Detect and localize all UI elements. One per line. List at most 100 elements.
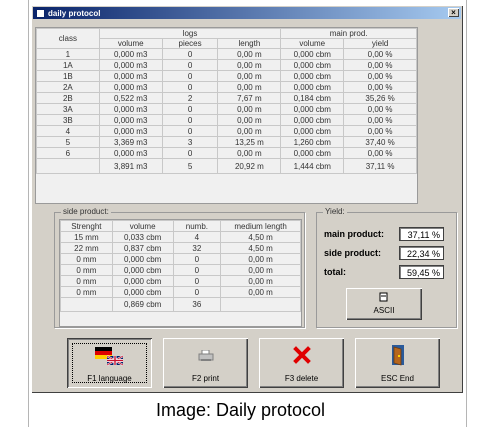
end-button[interactable]: ESC End [355,338,440,388]
logs-table-cell: 13,25 m [217,136,282,148]
logs-table-cell: 1A [36,59,100,71]
printer-icon [198,350,213,361]
logs-table-cell: 2A [36,81,100,93]
logs-table-cell: 0 [161,114,219,126]
delete-x-icon [292,346,311,364]
logs-subheader-cell: volume [280,38,345,49]
side-table-row: 0 mm 0,000 cbm 0 0,00 m [60,264,301,276]
logs-total-cell [36,158,100,174]
logs-table-cell: 2 [161,92,219,104]
side-table-cell: 4,50 m [220,242,301,254]
logs-table-row: 5 3,369 m3 3 13,25 m 1,260 cbm 37,40 % [36,136,417,148]
logs-table-cell: 4 [36,125,100,137]
logs-table-cell: 37,40 % [343,136,417,148]
logs-total-cell: 3,891 m3 [98,158,163,174]
side-product-group: side product: Strenght volume numb. medium … [54,207,305,328]
logs-table-cell: 1 [36,48,100,60]
logs-table-row: 2A 0,000 m3 0 0,00 m 0,000 cbm 0,00 % [36,81,417,93]
logs-table-cell: 0,00 % [343,114,417,126]
logs-table-cell: 0,000 cbm [280,147,345,159]
side-table-row: 0 mm 0,000 cbm 0 0,00 m [60,286,301,298]
language-button[interactable]: F1 language [67,338,152,388]
side-total-cell: 36 [172,297,222,312]
delete-button[interactable]: F3 delete [259,338,344,388]
logs-table-cell: 0,000 m3 [98,147,163,159]
logs-table-cell: 0 [161,103,219,115]
yield-title: Yield: [323,207,347,216]
logs-table-cell: 0,000 m3 [98,59,163,71]
side-table-row: 0 mm 0,000 cbm 0 0,00 m [60,275,301,287]
logs-total-cell: 1,444 cbm [280,158,345,174]
language-label: F1 language [87,374,132,383]
outer-frame-left [28,0,29,427]
logs-table-cell: 0,000 cbm [280,81,345,93]
logs-subheader-cell: yield [343,38,417,49]
logs-table-cell: 0 [161,125,219,137]
logs-table-cell: 2B [36,92,100,104]
logs-total-cell: 20,92 m [217,158,282,174]
logs-table-cell: 0,000 m3 [98,114,163,126]
logs-table-row: 1 0,000 m3 0 0,00 m 0,000 cbm 0,00 % [36,48,417,60]
delete-label: F3 delete [284,374,319,383]
logs-table-cell: 0,000 m3 [98,70,163,82]
logs-table-cell: 3B [36,114,100,126]
logs-subheader-cell: length [217,38,282,49]
print-label: F2 print [191,374,220,383]
logs-table-cell: 0,000 cbm [280,59,345,71]
title-bar: daily protocol × [33,7,461,19]
logs-table-cell: 0,000 cbm [280,125,345,137]
end-label: ESC End [381,374,414,383]
logs-table-cell: 0,00 m [217,70,282,82]
logs-table-row: 1A 0,000 m3 0 0,00 m 0,000 cbm 0,00 % [36,59,417,71]
group-main-prod: main prod. [280,28,417,39]
logs-table-row: 3A 0,000 m3 0 0,00 m 0,000 cbm 0,00 % [36,103,417,115]
logs-table-cell: 0 [161,48,219,60]
side-table-cell: 0,00 m [220,286,301,298]
side-header-cell: medium length [220,220,301,232]
logs-subheader-cell: pieces [161,38,219,49]
close-button[interactable]: × [448,8,459,17]
side-product-table-panel: Strenght volume numb. medium length 15 mm 0,… [59,219,302,327]
logs-table-cell: 0,000 m3 [98,103,163,115]
side-table-row: 0 mm 0,000 cbm 0 0,00 m [60,253,301,265]
outer-frame-right [466,0,467,427]
side-table-cell: 0 [172,286,222,298]
side-table-cell: 0,000 cbm [111,275,174,287]
side-table-cell: 0,033 cbm [111,231,174,243]
logs-table-cell: 0,000 cbm [280,103,345,115]
side-total-cell [60,297,113,312]
side-table-cell: 32 [172,242,222,254]
side-total-cell [220,297,301,312]
side-table-row: 22 mm 0,837 cbm 32 4,50 m [60,242,301,254]
side-product-title: side product: [61,207,111,216]
logs-table-cell: 0,00 % [343,48,417,60]
logs-table-cell: 7,67 m [217,92,282,104]
total-label: total: [324,267,346,277]
print-button[interactable]: F2 print [163,338,248,388]
side-product-label: side product: [324,248,382,258]
logs-table-cell: 0,000 cbm [280,70,345,82]
side-header-cell: volume [111,220,174,232]
logs-total-row: 3,891 m3 5 20,92 m 1,444 cbm 37,11 % [36,158,417,174]
total-yield: 59,45 % [399,265,444,279]
logs-table-cell: 1,260 cbm [280,136,345,148]
logs-table-cell: 3A [36,103,100,115]
logs-table-cell: 3,369 m3 [98,136,163,148]
image-caption: Image: Daily protocol [155,400,326,420]
side-table-cell: 0,00 m [220,253,301,265]
ascii-button[interactable]: ASCII [346,288,422,320]
group-logs: logs [98,28,282,39]
logs-table-row: 3B 0,000 m3 0 0,00 m 0,000 cbm 0,00 % [36,114,417,126]
side-table-cell: 22 mm [60,242,113,254]
side-table-cell: 0,000 cbm [111,264,174,276]
side-table-cell: 4,50 m [220,231,301,243]
window-title: daily protocol [48,8,101,18]
logs-table-cell: 0,00 % [343,103,417,115]
logs-table-cell: 0,00 m [217,48,282,60]
logs-table-cell: 6 [36,147,100,159]
logs-subheader-cell: volume [98,38,163,49]
logs-table-cell: 0,00 % [343,81,417,93]
side-product-table: Strenght volume numb. medium length 15 mm 0,… [60,220,301,312]
logs-table-cell: 0,00 m [217,125,282,137]
logs-table-panel: class logs main prod. volume pieces length… [35,27,418,204]
